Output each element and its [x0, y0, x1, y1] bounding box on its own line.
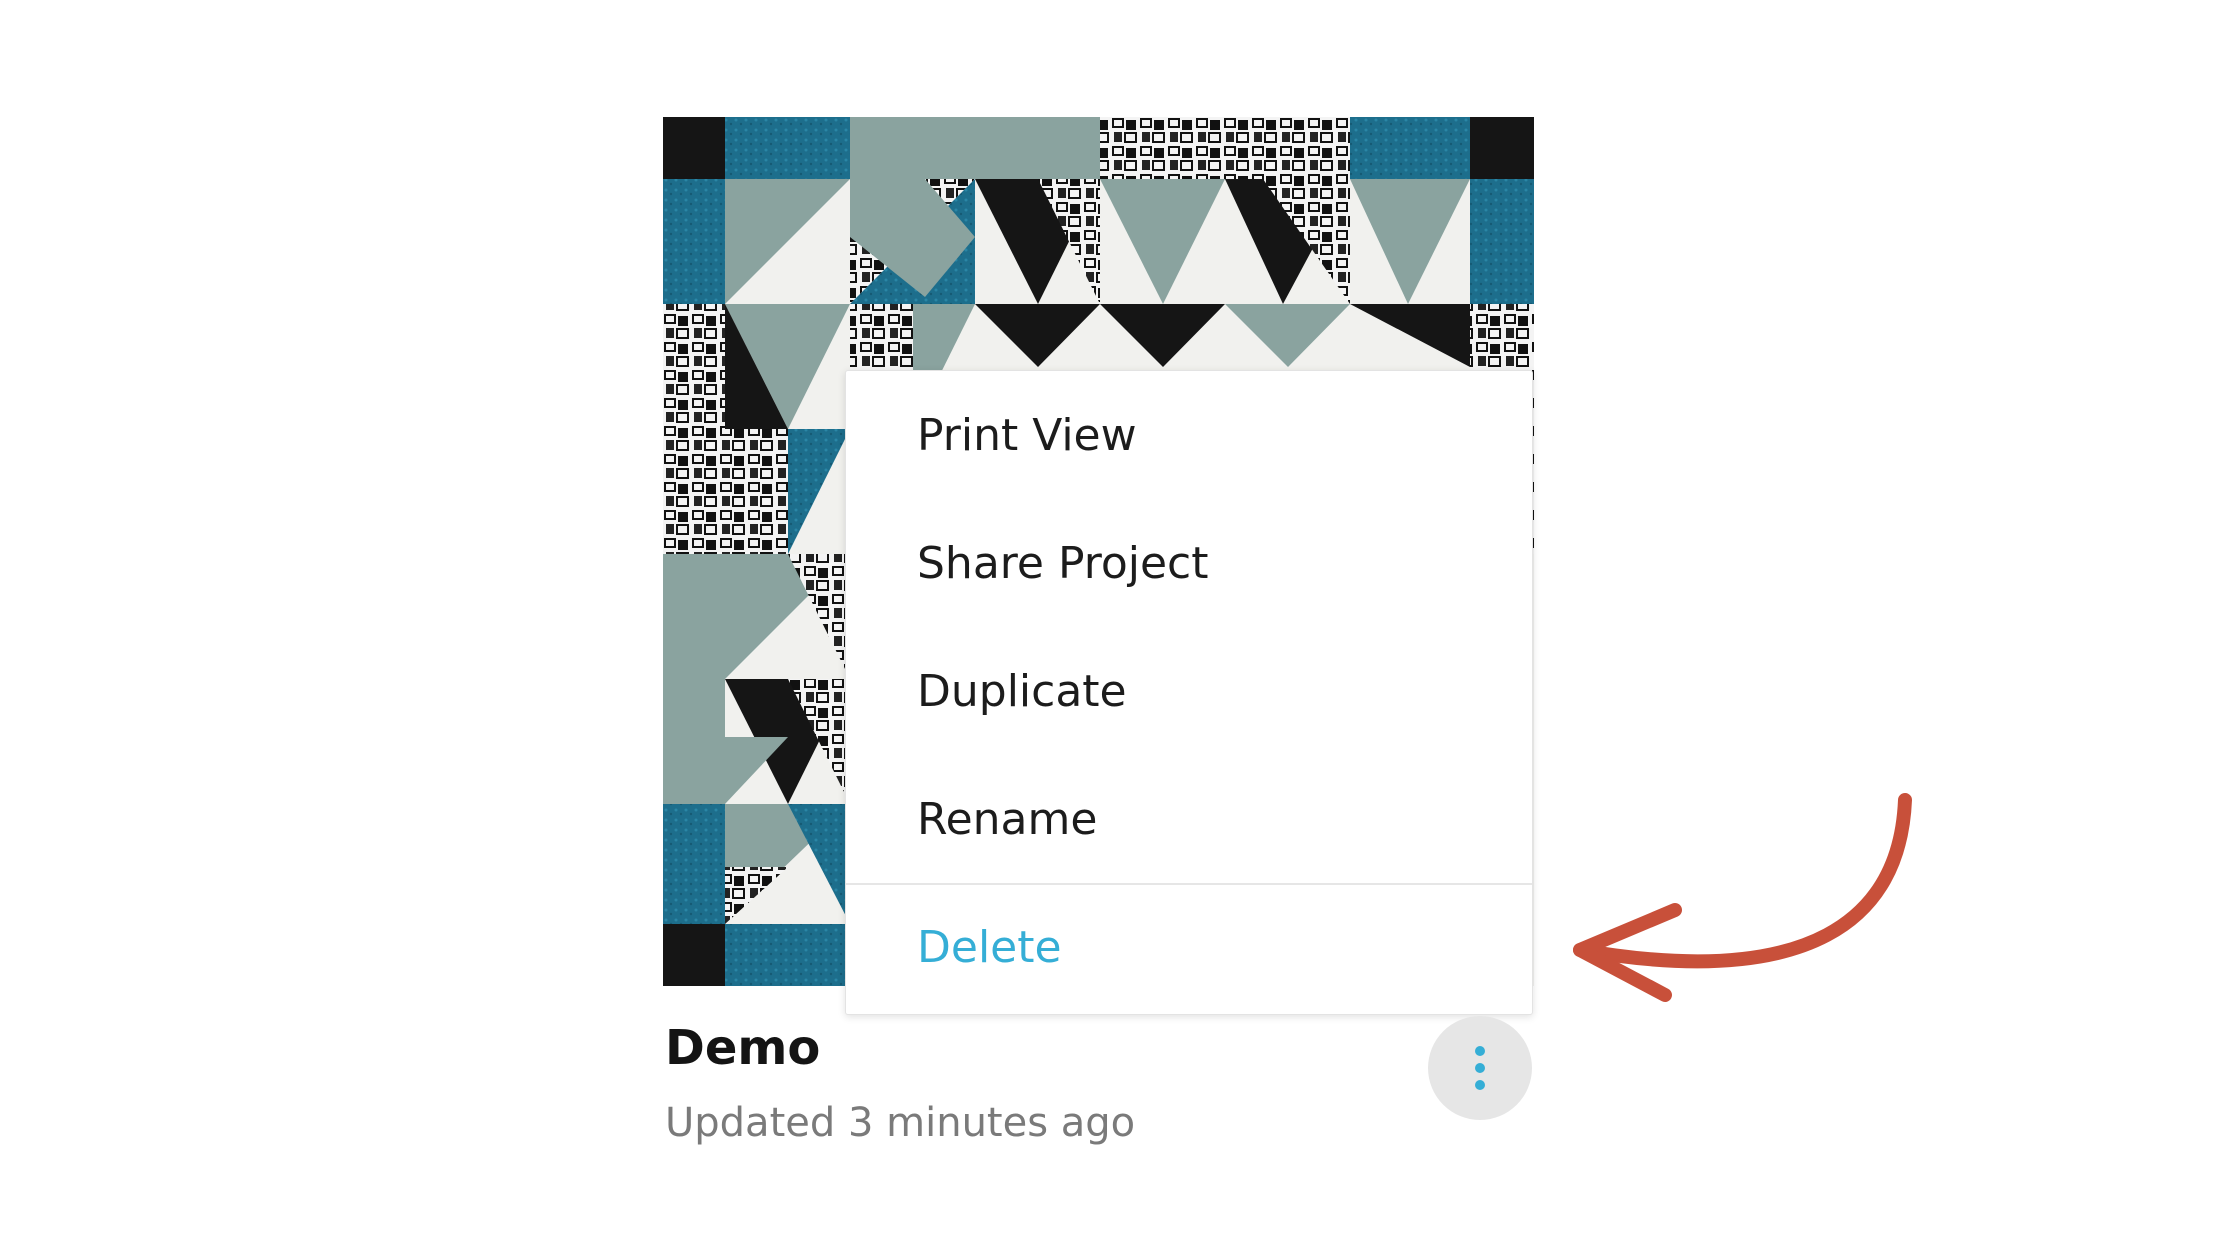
more-options-button[interactable]	[1428, 1016, 1532, 1120]
project-updated-time: Updated 3 minutes ago	[665, 1100, 1136, 1146]
menu-item-print-view[interactable]: Print View	[846, 371, 1532, 499]
menu-item-share-project[interactable]: Share Project	[846, 499, 1532, 627]
context-menu: Print View Share Project Duplicate Renam…	[845, 370, 1533, 1015]
menu-item-label: Rename	[917, 793, 1098, 845]
menu-item-duplicate[interactable]: Duplicate	[846, 627, 1532, 755]
curved-arrow-icon	[1573, 793, 1912, 1002]
menu-item-label: Print View	[917, 409, 1137, 461]
project-card: Print View Share Project Duplicate Renam…	[0, 0, 2240, 1260]
menu-item-label: Delete	[917, 922, 1062, 973]
menu-item-label: Duplicate	[917, 665, 1127, 717]
menu-item-label: Share Project	[917, 537, 1209, 589]
project-title: Demo	[665, 1020, 821, 1076]
menu-item-rename[interactable]: Rename	[846, 755, 1532, 883]
menu-item-delete[interactable]: Delete	[846, 885, 1532, 1010]
more-vertical-icon	[1475, 1046, 1485, 1090]
